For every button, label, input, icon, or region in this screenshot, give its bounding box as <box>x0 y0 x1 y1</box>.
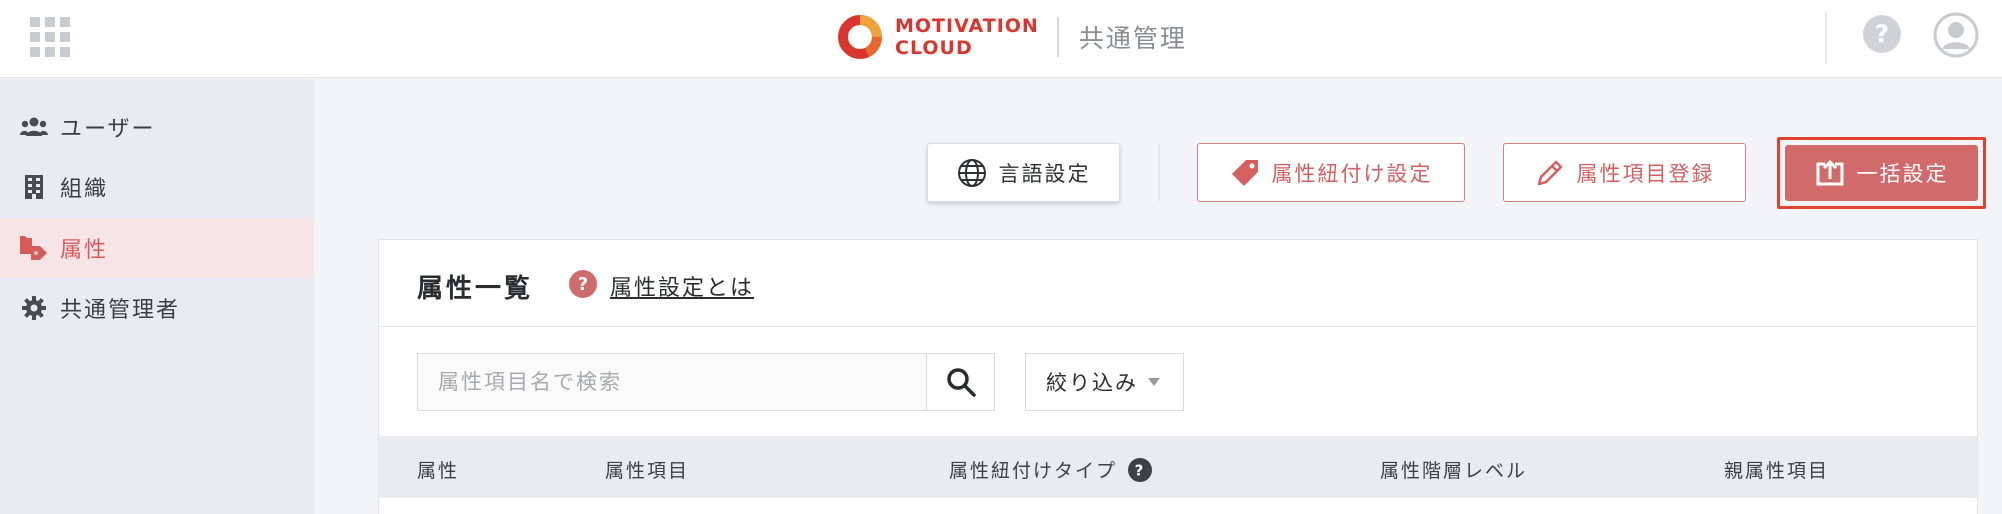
button-label: 言語設定 <box>998 161 1091 186</box>
button-label: 属性項目登録 <box>1576 161 1715 186</box>
app-name: 共通管理 <box>1078 24 1187 53</box>
header-divider <box>1825 12 1827 64</box>
help-icon[interactable]: ? <box>568 269 598 299</box>
column-label: 属性 <box>417 460 460 482</box>
sidebar-item-users[interactable]: ユーザー <box>0 97 314 157</box>
attribute-search-input[interactable] <box>417 353 926 411</box>
tags-icon <box>20 234 48 262</box>
svg-text:?: ? <box>578 274 588 295</box>
svg-text:?: ? <box>1875 20 1889 48</box>
button-label: 一括設定 <box>1856 162 1949 186</box>
globe-icon <box>957 158 987 188</box>
column-header-parent-item[interactable]: 親属性項目 <box>1724 456 1829 483</box>
table-header: 属性 属性項目 属性紐付けタイプ ? 属性階層レベル 親属性項目 <box>379 436 1977 498</box>
button-label: 属性紐付け設定 <box>1271 161 1433 186</box>
svg-text:?: ? <box>1135 461 1146 479</box>
attribute-settings-help-link[interactable]: 属性設定とは <box>610 270 754 302</box>
panel-title: 属性一覧 <box>417 274 534 304</box>
product-logo[interactable]: MOTIVATION CLOUD 共通管理 <box>837 14 1187 60</box>
help-icon[interactable]: ? <box>1862 14 1902 54</box>
chevron-down-icon <box>1148 378 1160 386</box>
column-header-link-type[interactable]: 属性紐付けタイプ ? <box>949 456 1153 483</box>
column-header-attribute-item[interactable]: 属性項目 <box>605 456 689 483</box>
pencil-icon <box>1535 158 1565 188</box>
search-button[interactable] <box>926 353 995 411</box>
sidebar-item-common-admins[interactable]: 共通管理者 <box>0 278 314 338</box>
logo-wordmark: MOTIVATION CLOUD <box>895 15 1039 59</box>
attribute-item-registration-button[interactable]: 属性項目登録 <box>1503 143 1746 202</box>
search-icon <box>946 368 976 397</box>
sidebar-item-attributes[interactable]: 属性 <box>0 218 314 278</box>
sidebar-item-organization[interactable]: 組織 <box>0 157 314 217</box>
upload-icon <box>1815 158 1845 188</box>
column-header-hierarchy-level[interactable]: 属性階層レベル <box>1380 456 1527 483</box>
filter-dropdown[interactable]: 絞り込み <box>1025 353 1184 411</box>
attribute-link-settings-button[interactable]: 属性紐付け設定 <box>1197 143 1465 202</box>
gear-icon <box>20 294 48 322</box>
sidebar-item-label: 組織 <box>60 177 109 202</box>
column-label: 属性階層レベル <box>1380 460 1528 482</box>
logo-divider <box>1056 17 1059 57</box>
toolbar-divider <box>1158 144 1160 201</box>
sidebar-item-label: 属性 <box>60 238 109 263</box>
building-icon <box>20 173 48 201</box>
filter-label: 絞り込み <box>1046 371 1138 395</box>
attribute-list-panel: 属性一覧 ? 属性設定とは 絞り込み 属性 属性項目 属性紐付けタイプ ? 属性… <box>378 239 1978 514</box>
language-settings-button[interactable]: 言語設定 <box>927 143 1120 202</box>
tag-icon <box>1230 158 1260 188</box>
column-label: 属性紐付けタイプ <box>949 460 1118 482</box>
column-label: 属性項目 <box>605 460 690 482</box>
column-label: 親属性項目 <box>1724 460 1830 482</box>
logo-line-1: MOTIVATION <box>895 15 1039 37</box>
motivation-cloud-logo-icon <box>838 15 882 59</box>
sidebar: ユーザー 組織 属性 共通管理者 <box>0 79 314 514</box>
sidebar-item-label: 共通管理者 <box>60 298 181 323</box>
users-icon <box>20 113 48 141</box>
column-header-attribute[interactable]: 属性 <box>417 456 459 483</box>
bulk-settings-button[interactable]: 一括設定 <box>1785 145 1978 201</box>
user-avatar-icon[interactable] <box>1933 12 1979 58</box>
help-icon[interactable]: ? <box>1127 457 1153 483</box>
top-header: MOTIVATION CLOUD 共通管理 ? <box>0 0 2002 78</box>
panel-divider <box>379 326 1977 327</box>
logo-line-2: CLOUD <box>895 37 973 59</box>
sidebar-item-label: ユーザー <box>60 117 156 142</box>
apps-grid-icon[interactable] <box>30 17 70 57</box>
